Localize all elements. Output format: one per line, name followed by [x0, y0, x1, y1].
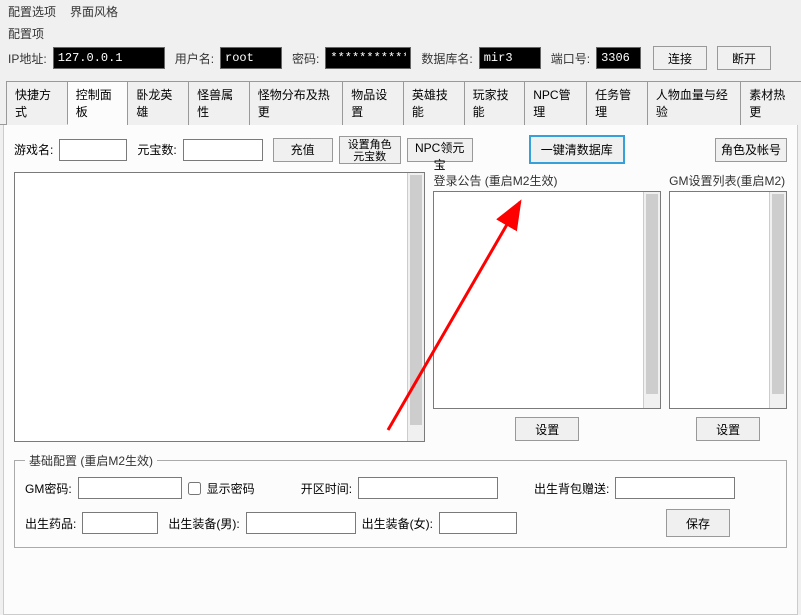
tab-player-skill[interactable]: 玩家技能: [464, 81, 526, 125]
birth-eq-f-label: 出生装备(女):: [362, 515, 433, 532]
tab-bar: 快捷方式 控制面板 卧龙英雄 怪兽属性 怪物分布及热更 物品设置 英雄技能 玩家…: [0, 80, 801, 125]
birth-bag-label: 出生背包赠送:: [534, 480, 609, 497]
ip-label: IP地址:: [8, 50, 47, 67]
tab-asset-hot[interactable]: 素材热更: [740, 81, 801, 125]
yuanbao-input[interactable]: [183, 139, 263, 161]
tab-shortcut[interactable]: 快捷方式: [6, 81, 68, 125]
disconnect-button[interactable]: 断开: [717, 46, 771, 70]
db-input[interactable]: [479, 47, 541, 69]
left-column: [14, 172, 425, 442]
gm-list-set-button[interactable]: 设置: [696, 417, 760, 441]
birth-med-label: 出生药品:: [25, 515, 76, 532]
textarea-row: 登录公告 (重启M2生效) 设置 GM设置列表(重启M2) 设置: [14, 172, 787, 442]
gm-pwd-label: GM密码:: [25, 480, 72, 497]
pwd-input[interactable]: [325, 47, 411, 69]
clear-db-button[interactable]: 一键清数据库: [529, 135, 625, 164]
login-notice-column: 登录公告 (重启M2生效) 设置: [433, 172, 661, 442]
tab-item-settings[interactable]: 物品设置: [342, 81, 404, 125]
recharge-button[interactable]: 充值: [273, 138, 333, 162]
save-button[interactable]: 保存: [666, 509, 730, 537]
menu-bar: 配置选项 界面风格: [0, 0, 801, 23]
pwd-label: 密码:: [292, 50, 319, 67]
birth-eq-m-input[interactable]: [246, 512, 356, 534]
user-input[interactable]: [220, 47, 282, 69]
port-label: 端口号:: [551, 50, 590, 67]
user-label: 用户名:: [175, 50, 214, 67]
config-section-label: 配置项: [0, 23, 801, 42]
menu-config[interactable]: 配置选项: [8, 3, 56, 20]
birth-eq-m-label: 出生装备(男):: [168, 515, 239, 532]
action-row: 游戏名: 元宝数: 充值 设置角色元宝数 NPC领元宝 一键清数据库 角色及帐号: [14, 135, 787, 164]
tab-hp-exp[interactable]: 人物血量与经验: [647, 81, 741, 125]
main-textarea[interactable]: [14, 172, 425, 442]
scroll-thumb[interactable]: [772, 194, 784, 394]
tab-hero-skill[interactable]: 英雄技能: [403, 81, 465, 125]
set-role-yuanbao-button[interactable]: 设置角色元宝数: [339, 136, 401, 164]
game-name-label: 游戏名:: [14, 141, 53, 158]
gm-list-column: GM设置列表(重启M2) 设置: [669, 172, 787, 442]
tab-monster-attr[interactable]: 怪兽属性: [188, 81, 250, 125]
open-time-input[interactable]: [358, 477, 498, 499]
npc-yuanbao-button[interactable]: NPC领元宝: [407, 138, 473, 162]
menu-style[interactable]: 界面风格: [70, 3, 118, 20]
yuanbao-label: 元宝数:: [137, 141, 176, 158]
gm-list-label: GM设置列表(重启M2): [669, 172, 787, 189]
db-label: 数据库名:: [421, 50, 472, 67]
show-pwd-label: 显示密码: [207, 480, 255, 497]
connect-button[interactable]: 连接: [653, 46, 707, 70]
gm-list-textarea[interactable]: [669, 191, 787, 409]
scroll-thumb[interactable]: [646, 194, 658, 394]
game-name-input[interactable]: [59, 139, 127, 161]
ip-input[interactable]: [53, 47, 165, 69]
show-pwd-checkbox[interactable]: [188, 482, 201, 495]
tab-npc-mgmt[interactable]: NPC管理: [524, 81, 587, 125]
login-notice-label: 登录公告 (重启M2生效): [433, 172, 661, 189]
tab-task-mgmt[interactable]: 任务管理: [586, 81, 648, 125]
login-notice-set-button[interactable]: 设置: [515, 417, 579, 441]
tab-wolong-hero[interactable]: 卧龙英雄: [127, 81, 189, 125]
login-notice-textarea[interactable]: [433, 191, 661, 409]
tab-monster-dist[interactable]: 怪物分布及热更: [249, 81, 343, 125]
connection-row: IP地址: 用户名: 密码: 数据库名: 端口号: 连接 断开: [0, 42, 801, 80]
scroll-thumb[interactable]: [410, 175, 422, 425]
base-config-legend: 基础配置 (重启M2生效): [25, 452, 157, 469]
birth-bag-input[interactable]: [615, 477, 735, 499]
birth-eq-f-input[interactable]: [439, 512, 517, 534]
open-time-label: 开区时间:: [301, 480, 352, 497]
gm-pwd-input[interactable]: [78, 477, 182, 499]
base-config-fieldset: 基础配置 (重启M2生效) GM密码: 显示密码 开区时间: 出生背包赠送: 出…: [14, 452, 787, 548]
port-input[interactable]: [596, 47, 641, 69]
role-account-button[interactable]: 角色及帐号: [715, 138, 787, 162]
tab-control-panel[interactable]: 控制面板: [67, 81, 129, 125]
tab-content: 游戏名: 元宝数: 充值 设置角色元宝数 NPC领元宝 一键清数据库 角色及帐号…: [3, 125, 798, 615]
birth-med-input[interactable]: [82, 512, 158, 534]
